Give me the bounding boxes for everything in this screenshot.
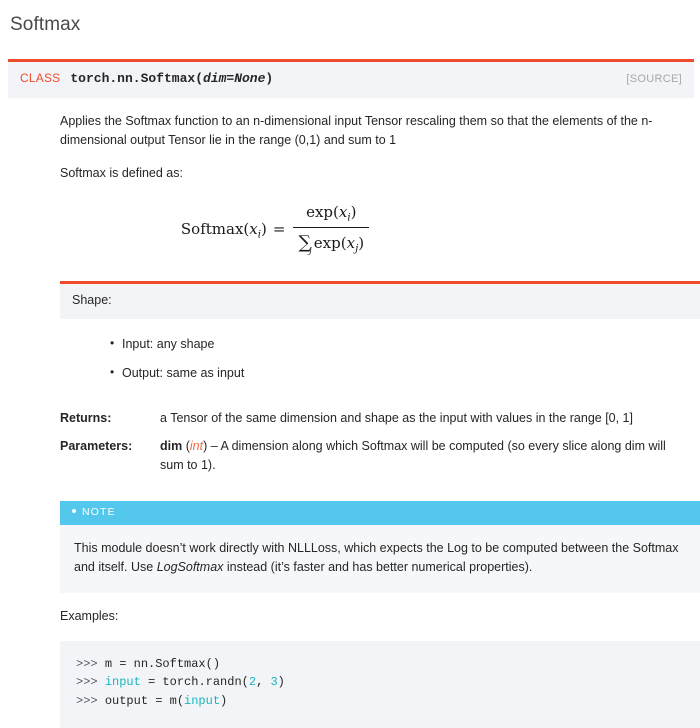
- formula-den-var: x: [346, 233, 356, 252]
- code-token: = torch.randn(: [140, 675, 249, 690]
- shape-list: Input: any shape Output: same as input: [60, 334, 692, 383]
- examples-label: Examples:: [60, 609, 119, 624]
- class-signature-row: CLASS torch.nn.Softmax(dim=None) [SOURCE…: [8, 62, 694, 97]
- parameter-name: dim: [160, 438, 183, 453]
- formula-den-fn: exp: [313, 233, 341, 252]
- parameters-label: Parameters:: [60, 438, 133, 453]
- formula-num-close: ): [350, 202, 357, 221]
- formula-numerator: exp(xi): [293, 201, 370, 228]
- formula-lhs-close: ): [261, 219, 267, 238]
- returns-value: a Tensor of the same dimension and shape…: [160, 411, 633, 426]
- parameter-description: A dimension along which Softmax will be …: [160, 438, 666, 472]
- note-header-label: NOTE: [82, 506, 116, 519]
- code-token: input: [104, 675, 141, 690]
- formula-lhs: Softmax(xi): [180, 219, 267, 240]
- returns-label: Returns:: [60, 411, 112, 426]
- class-signature-bar: CLASS torch.nn.Softmax(dim=None) [SOURCE…: [8, 59, 694, 98]
- code-line: >>> output = m(input): [76, 694, 227, 708]
- note-text-after: instead (it’s faster and has better nume…: [223, 559, 533, 574]
- page-title: Softmax: [10, 14, 81, 35]
- list-item: Output: same as input: [110, 363, 692, 383]
- class-qualified-name: torch.nn.Softmax: [70, 71, 196, 87]
- parameter-type[interactable]: int: [190, 439, 203, 453]
- parameter-separator: –: [207, 438, 221, 453]
- formula-denominator: ∑j exp(xj): [293, 228, 369, 258]
- signature-parameter: dim=None: [203, 71, 266, 87]
- shape-heading: Shape:: [72, 293, 112, 308]
- formula-den-close: ): [358, 233, 365, 252]
- description-paragraph-1: Applies the Softmax function to an n-dim…: [60, 113, 653, 147]
- summation-icon: ∑: [298, 232, 312, 253]
- code-token: ): [277, 675, 285, 690]
- list-item: Input: any shape: [110, 334, 692, 354]
- code-prompt: >>>: [76, 693, 105, 708]
- shape-section-header: Shape:: [60, 281, 700, 320]
- formula-num-fn: exp: [306, 202, 334, 221]
- code-token: output = m(: [104, 693, 185, 708]
- code-token: ,: [256, 675, 271, 690]
- note-body: This module doesn’t work directly with N…: [60, 525, 700, 594]
- formula-lhs-name: Softmax: [180, 219, 244, 238]
- code-token: 2: [248, 675, 257, 690]
- code-token: m = nn.Softmax(): [104, 656, 221, 671]
- class-tag-label: CLASS: [20, 71, 61, 86]
- code-token: input: [184, 693, 221, 708]
- code-token: ): [220, 693, 228, 708]
- code-token: 3: [270, 675, 278, 690]
- description-paragraph-2: Softmax is defined as:: [60, 166, 183, 181]
- code-prompt: >>>: [76, 656, 105, 671]
- note-header: NOTE: [60, 501, 700, 525]
- parameters-value: dim (int) – A dimension along which Soft…: [160, 437, 692, 476]
- note-bullet-icon: [72, 509, 76, 514]
- code-line: >>> m = nn.Softmax(): [76, 657, 220, 671]
- source-link[interactable]: [SOURCE]: [626, 71, 682, 88]
- formula-equals: =: [272, 220, 286, 239]
- formula-fraction: exp(xi) ∑j exp(xj): [293, 201, 370, 258]
- softmax-formula-block: Softmax(xi) = exp(xi) ∑j exp(xj): [60, 202, 692, 259]
- softmax-formula: Softmax(xi) = exp(xi) ∑j exp(xj): [181, 202, 371, 259]
- note-admonition: NOTE This module doesn’t work directly w…: [60, 501, 700, 594]
- example-code-block[interactable]: >>> m = nn.Softmax() >>> input = torch.r…: [60, 640, 700, 728]
- field-list: Returns: a Tensor of the same dimension …: [60, 409, 692, 475]
- class-description-content: Applies the Softmax function to an n-dim…: [0, 112, 700, 728]
- code-prompt: >>>: [76, 675, 105, 690]
- code-line: >>> input = torch.randn(2, 3): [76, 675, 285, 689]
- class-signature-name: torch.nn.Softmax(dim=None): [70, 69, 626, 89]
- signature-close-paren: ): [265, 71, 274, 87]
- note-emphasis: LogSoftmax: [156, 559, 224, 574]
- code-lines: >>> m = nn.Softmax() >>> input = torch.r…: [76, 657, 285, 708]
- returns-row: Returns: a Tensor of the same dimension …: [60, 409, 692, 428]
- parameters-row: Parameters: dim (int) – A dimension alon…: [60, 437, 692, 476]
- formula-lhs-var: x: [249, 219, 258, 238]
- signature-open-paren: (: [195, 71, 203, 87]
